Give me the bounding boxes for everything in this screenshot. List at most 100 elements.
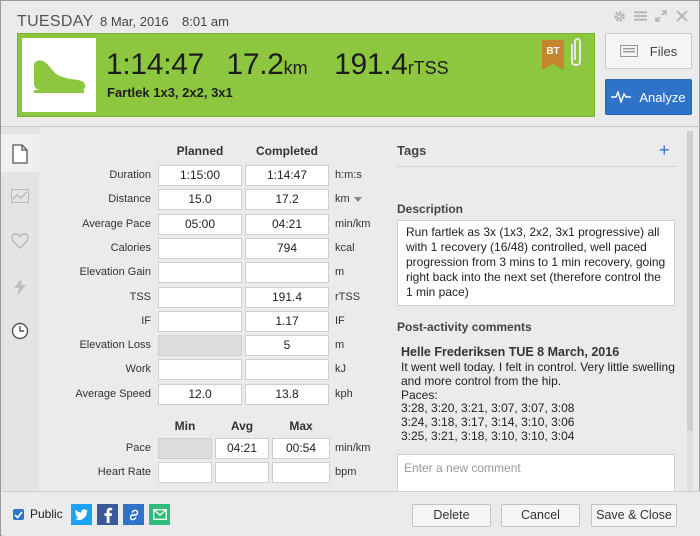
planned-if-input[interactable] — [158, 310, 242, 332]
email-icon[interactable] — [149, 504, 170, 525]
completed-tss-input[interactable]: 191.4 — [245, 286, 329, 308]
summary-tss: 191.4 — [334, 48, 408, 81]
workout-date[interactable]: 8 Mar, 2016 — [100, 14, 169, 29]
chevron-down-icon[interactable] — [353, 196, 362, 202]
planned-elevation-gain-input[interactable] — [158, 262, 242, 284]
completed-average-speed-input[interactable]: 13.8 — [245, 383, 329, 405]
completed-work-input[interactable] — [245, 359, 329, 381]
chart-icon[interactable] — [10, 186, 30, 206]
lightning-icon[interactable] — [10, 277, 30, 297]
unit-calories: kcal — [335, 242, 355, 254]
unit-tss: rTSS — [335, 291, 360, 303]
tags-title: Tags — [397, 143, 427, 158]
facebook-icon[interactable] — [97, 504, 118, 525]
tags-divider — [397, 166, 677, 167]
analyze-label: Analyze — [639, 89, 686, 105]
description-textarea[interactable]: Run fartlek as 3x (1x3, 2x2, 3x1 progres… — [397, 220, 675, 306]
stats-unit-heart-rate: bpm — [335, 466, 357, 478]
new-comment-input[interactable]: Enter a new comment — [397, 454, 675, 492]
header-divider — [1, 126, 700, 127]
summary-tss-unit: rTSS — [407, 58, 449, 78]
checkmark-icon — [14, 510, 23, 519]
add-tag-button[interactable]: + — [659, 140, 670, 161]
comment-text: It went well today. I felt in control. V… — [401, 360, 675, 443]
unit-tss-label: rTSS — [335, 290, 361, 303]
comments-title: Post-activity comments — [397, 320, 532, 334]
unit-elevation-gain-label: m — [335, 266, 345, 279]
planned-duration-input[interactable]: 1:15:00 — [158, 165, 242, 186]
link-icon[interactable] — [123, 504, 144, 525]
avg-header: Avg — [230, 419, 254, 433]
pace-min-input — [158, 438, 212, 459]
files-label: Files — [649, 43, 678, 59]
cancel-button[interactable]: Cancel — [501, 504, 580, 527]
public-label: Public — [30, 507, 63, 521]
day-title: TUESDAY — [17, 13, 94, 30]
planned-tss-input[interactable] — [158, 286, 242, 308]
row-label-calories: Calories — [110, 241, 151, 254]
row-label-elevation-gain: Elevation Gain — [79, 266, 151, 279]
running-shoe-icon — [34, 60, 86, 93]
stats-label-pace: Pace — [125, 442, 151, 454]
unit-elevation-gain: m — [335, 266, 344, 278]
row-label-if: IF — [141, 314, 151, 327]
heart-rate-min-input[interactable] — [158, 462, 212, 483]
planned-average-pace-input[interactable]: 05:00 — [158, 213, 242, 235]
summary-metrics: 1:14:47 17.2km 191.4rTSS — [106, 48, 471, 82]
bt-badge-text: BT — [546, 46, 559, 57]
unit-if: IF — [335, 315, 345, 327]
row-label-work: Work — [125, 363, 151, 376]
workout-dialog: TUESDAY 8 Mar, 2016 8:01 am 1:14:47 17.2… — [0, 0, 700, 536]
clock-icon[interactable] — [10, 321, 30, 341]
bt-badge[interactable]: BT — [542, 40, 564, 70]
unit-work: kJ — [335, 363, 346, 375]
public-checkbox[interactable] — [13, 509, 24, 520]
delete-button[interactable]: Delete — [412, 504, 491, 527]
planned-calories-input[interactable] — [158, 237, 242, 259]
unit-if-label: IF — [335, 314, 345, 327]
planned-distance-input[interactable]: 15.0 — [158, 189, 242, 211]
expand-icon[interactable] — [654, 9, 668, 23]
unit-elevation-loss: m — [335, 339, 344, 351]
description-title: Description — [397, 202, 464, 216]
completed-distance-input[interactable]: 17.2 — [245, 189, 329, 211]
pace-max-input[interactable]: 00:54 — [272, 438, 330, 459]
heart-icon[interactable] — [10, 231, 30, 251]
summary-duration: 1:14:47 — [106, 48, 204, 81]
paperclip-icon[interactable] — [568, 36, 584, 70]
completed-elevation-gain-input[interactable] — [245, 262, 329, 284]
unit-average-speed: kph — [335, 388, 353, 400]
unit-average-pace: min/km — [335, 218, 370, 230]
workout-time[interactable]: 8:01 am — [182, 14, 229, 29]
stats-label-heart-rate: Heart Rate — [97, 466, 151, 478]
unit-elevation-loss-label: m — [335, 339, 345, 352]
planned-work-input[interactable] — [158, 359, 242, 381]
completed-if-input[interactable]: 1.17 — [245, 310, 329, 332]
close-icon[interactable] — [675, 9, 689, 23]
heart-rate-avg-input[interactable] — [215, 462, 269, 483]
completed-average-pace-input[interactable]: 04:21 — [245, 213, 329, 235]
scrollbar-thumb[interactable] — [687, 131, 693, 431]
unit-calories-label: kcal — [335, 241, 355, 254]
row-label-average-speed: Average Speed — [75, 387, 151, 400]
unit-average-speed-label: kph — [335, 387, 353, 400]
sport-icon-box[interactable] — [22, 38, 96, 112]
side-tab-rail — [1, 127, 39, 491]
planned-average-speed-input[interactable]: 12.0 — [158, 383, 242, 405]
completed-duration-input[interactable]: 1:14:47 — [245, 165, 329, 186]
summary-distance: 17.2 — [226, 48, 284, 81]
save-close-button[interactable]: Save & Close — [591, 504, 677, 527]
completed-elevation-loss-input[interactable]: 5 — [245, 335, 329, 357]
completed-calories-input[interactable]: 794 — [245, 237, 329, 259]
twitter-icon[interactable] — [71, 504, 92, 525]
pace-avg-input[interactable]: 04:21 — [215, 438, 269, 459]
files-button[interactable]: Files — [605, 33, 692, 69]
analyze-button[interactable]: Analyze — [605, 79, 692, 115]
document-icon[interactable] — [10, 144, 30, 164]
heart-rate-max-input[interactable] — [272, 462, 330, 483]
workout-name[interactable]: Fartlek 1x3, 2x2, 3x1 — [107, 85, 233, 100]
menu-icon[interactable] — [633, 9, 647, 23]
scrollbar[interactable] — [687, 131, 693, 491]
unit-distance[interactable]: km — [335, 193, 362, 205]
gear-icon[interactable] — [612, 9, 626, 23]
